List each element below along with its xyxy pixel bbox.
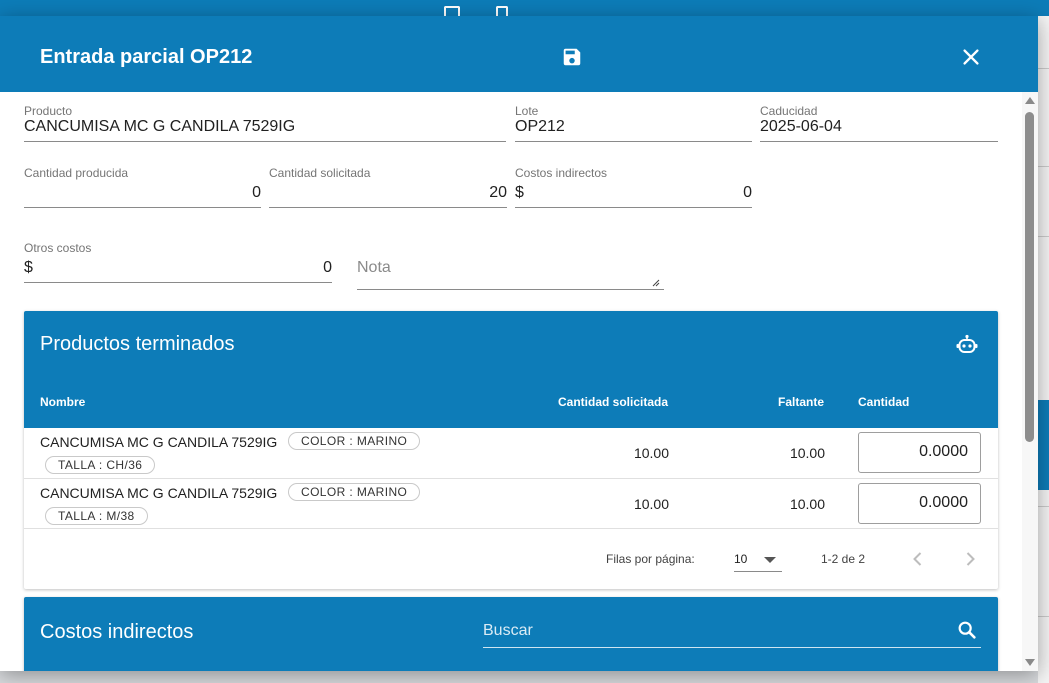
row-faltante: 10.00 bbox=[789, 445, 825, 461]
background-divider bbox=[1038, 68, 1049, 69]
productos-terminados-title: Productos terminados bbox=[40, 333, 235, 355]
otros-costos-underline bbox=[24, 282, 332, 283]
partial-entry-dialog: Entrada parcial OP212 Producto CANCUMISA… bbox=[0, 16, 1038, 671]
lote-underline bbox=[515, 141, 752, 142]
rows-per-page-value: 10 bbox=[734, 552, 748, 566]
cantidad-producida-underline bbox=[24, 207, 261, 208]
otros-costos-field[interactable]: Otros costos $ 0 bbox=[24, 241, 332, 283]
resize-handle-icon[interactable] bbox=[652, 279, 660, 287]
scroll-down-arrow-icon[interactable] bbox=[1025, 659, 1035, 666]
cantidad-solicitada-value: 20 bbox=[489, 184, 507, 201]
cantidad-producida-field[interactable]: Cantidad producida 0 bbox=[24, 166, 261, 208]
row-cantidad-input[interactable]: 0.0000 bbox=[858, 483, 981, 524]
costos-indirectos-field[interactable]: Costos indirectos $ 0 bbox=[515, 166, 752, 208]
cantidad-producida-value: 0 bbox=[252, 184, 261, 201]
cantidad-solicitada-field[interactable]: Cantidad solicitada 20 bbox=[269, 166, 507, 208]
productos-terminados-header: Productos terminados Nombre Cantidad sol… bbox=[24, 311, 998, 428]
producto-label: Producto bbox=[24, 104, 73, 118]
column-header-faltante[interactable]: Faltante bbox=[778, 395, 824, 409]
row-cantidad-input[interactable]: 0.0000 bbox=[858, 432, 981, 473]
cantidad-solicitada-label: Cantidad solicitada bbox=[269, 166, 371, 180]
producto-underline bbox=[24, 141, 506, 142]
row-product-name: CANCUMISA MC G CANDILA 7529IG bbox=[40, 434, 278, 450]
cantidad-producida-label: Cantidad producida bbox=[24, 166, 129, 180]
background-divider bbox=[1038, 236, 1049, 237]
otros-costos-label: Otros costos bbox=[24, 241, 92, 255]
dialog-title: Entrada parcial OP212 bbox=[40, 46, 253, 68]
scrollbar-thumb[interactable] bbox=[1025, 112, 1034, 442]
rows-per-page-select[interactable]: 10 bbox=[734, 548, 782, 572]
search-icon[interactable] bbox=[956, 619, 978, 641]
background-divider bbox=[1038, 506, 1049, 507]
costos-indirectos-header: Costos indirectos Buscar bbox=[24, 597, 998, 671]
costos-indirectos-card: Costos indirectos Buscar bbox=[24, 597, 998, 671]
background-divider bbox=[1038, 166, 1049, 167]
table-row: CANCUMISA MC G CANDILA 7529IG COLOR : MA… bbox=[24, 428, 998, 479]
table-pagination: Filas por página: 10 1-2 de 2 bbox=[24, 529, 998, 589]
nota-textarea[interactable]: Nota bbox=[357, 241, 664, 290]
robot-icon[interactable] bbox=[955, 333, 979, 357]
costos-indirectos-underline bbox=[515, 207, 752, 208]
row-product-name: CANCUMISA MC G CANDILA 7529IG bbox=[40, 485, 278, 501]
rows-per-page-label: Filas por página: bbox=[606, 552, 695, 566]
search-underline bbox=[483, 647, 981, 648]
background-app-bar bbox=[0, 0, 1049, 16]
row-faltante: 10.00 bbox=[789, 496, 825, 512]
column-header-cantidad-solicitada[interactable]: Cantidad solicitada bbox=[558, 395, 668, 409]
row-cantidad-solicitada: 10.00 bbox=[633, 445, 669, 461]
lote-value: OP212 bbox=[515, 118, 565, 135]
save-icon[interactable] bbox=[561, 46, 583, 68]
attribute-chip: COLOR : MARINO bbox=[288, 432, 421, 450]
previous-page-icon[interactable] bbox=[908, 549, 928, 569]
nota-placeholder: Nota bbox=[357, 259, 391, 276]
caducidad-underline bbox=[760, 141, 998, 142]
close-icon[interactable] bbox=[960, 46, 982, 68]
background-app-panel bbox=[1038, 16, 1049, 683]
column-header-nombre[interactable]: Nombre bbox=[40, 395, 85, 409]
dialog-scrollbar[interactable] bbox=[1022, 92, 1038, 671]
costos-indirectos-label: Costos indirectos bbox=[515, 166, 608, 180]
table-row: CANCUMISA MC G CANDILA 7529IG COLOR : MA… bbox=[24, 479, 998, 529]
pagination-range: 1-2 de 2 bbox=[821, 552, 866, 566]
caducidad-field[interactable]: Caducidad 2025-06-04 bbox=[760, 104, 998, 144]
productos-terminados-card: Productos terminados Nombre Cantidad sol… bbox=[24, 311, 998, 589]
lote-field[interactable]: Lote OP212 bbox=[515, 104, 752, 144]
column-header-cantidad[interactable]: Cantidad bbox=[858, 395, 909, 409]
scroll-up-arrow-icon[interactable] bbox=[1025, 97, 1035, 104]
producto-field[interactable]: Producto CANCUMISA MC G CANDILA 7529IG bbox=[24, 104, 506, 144]
search-input[interactable]: Buscar bbox=[483, 622, 533, 640]
cantidad-solicitada-underline bbox=[269, 207, 507, 208]
background-clipboard-icon bbox=[496, 6, 508, 16]
nota-underline bbox=[357, 289, 664, 290]
lote-label: Lote bbox=[515, 104, 539, 118]
dialog-header: Entrada parcial OP212 bbox=[0, 16, 1038, 92]
dropdown-arrow-icon bbox=[764, 557, 776, 563]
caducidad-label: Caducidad bbox=[760, 104, 818, 118]
caducidad-value: 2025-06-04 bbox=[760, 118, 842, 135]
background-blue-block bbox=[1038, 400, 1049, 490]
dialog-body: Producto CANCUMISA MC G CANDILA 7529IG L… bbox=[0, 92, 1022, 671]
attribute-chip: TALLA : CH/36 bbox=[45, 456, 156, 474]
background-divider bbox=[1038, 616, 1049, 617]
costos-indirectos-value: 0 bbox=[743, 184, 752, 201]
attribute-chip: COLOR : MARINO bbox=[288, 483, 421, 501]
background-document-icon bbox=[444, 6, 460, 16]
next-page-icon[interactable] bbox=[960, 549, 980, 569]
attribute-chip: TALLA : M/38 bbox=[45, 507, 148, 525]
row-cantidad-solicitada: 10.00 bbox=[633, 496, 669, 512]
otros-costos-value: 0 bbox=[323, 259, 332, 276]
producto-value: CANCUMISA MC G CANDILA 7529IG bbox=[24, 118, 296, 135]
costos-indirectos-title: Costos indirectos bbox=[40, 621, 194, 643]
